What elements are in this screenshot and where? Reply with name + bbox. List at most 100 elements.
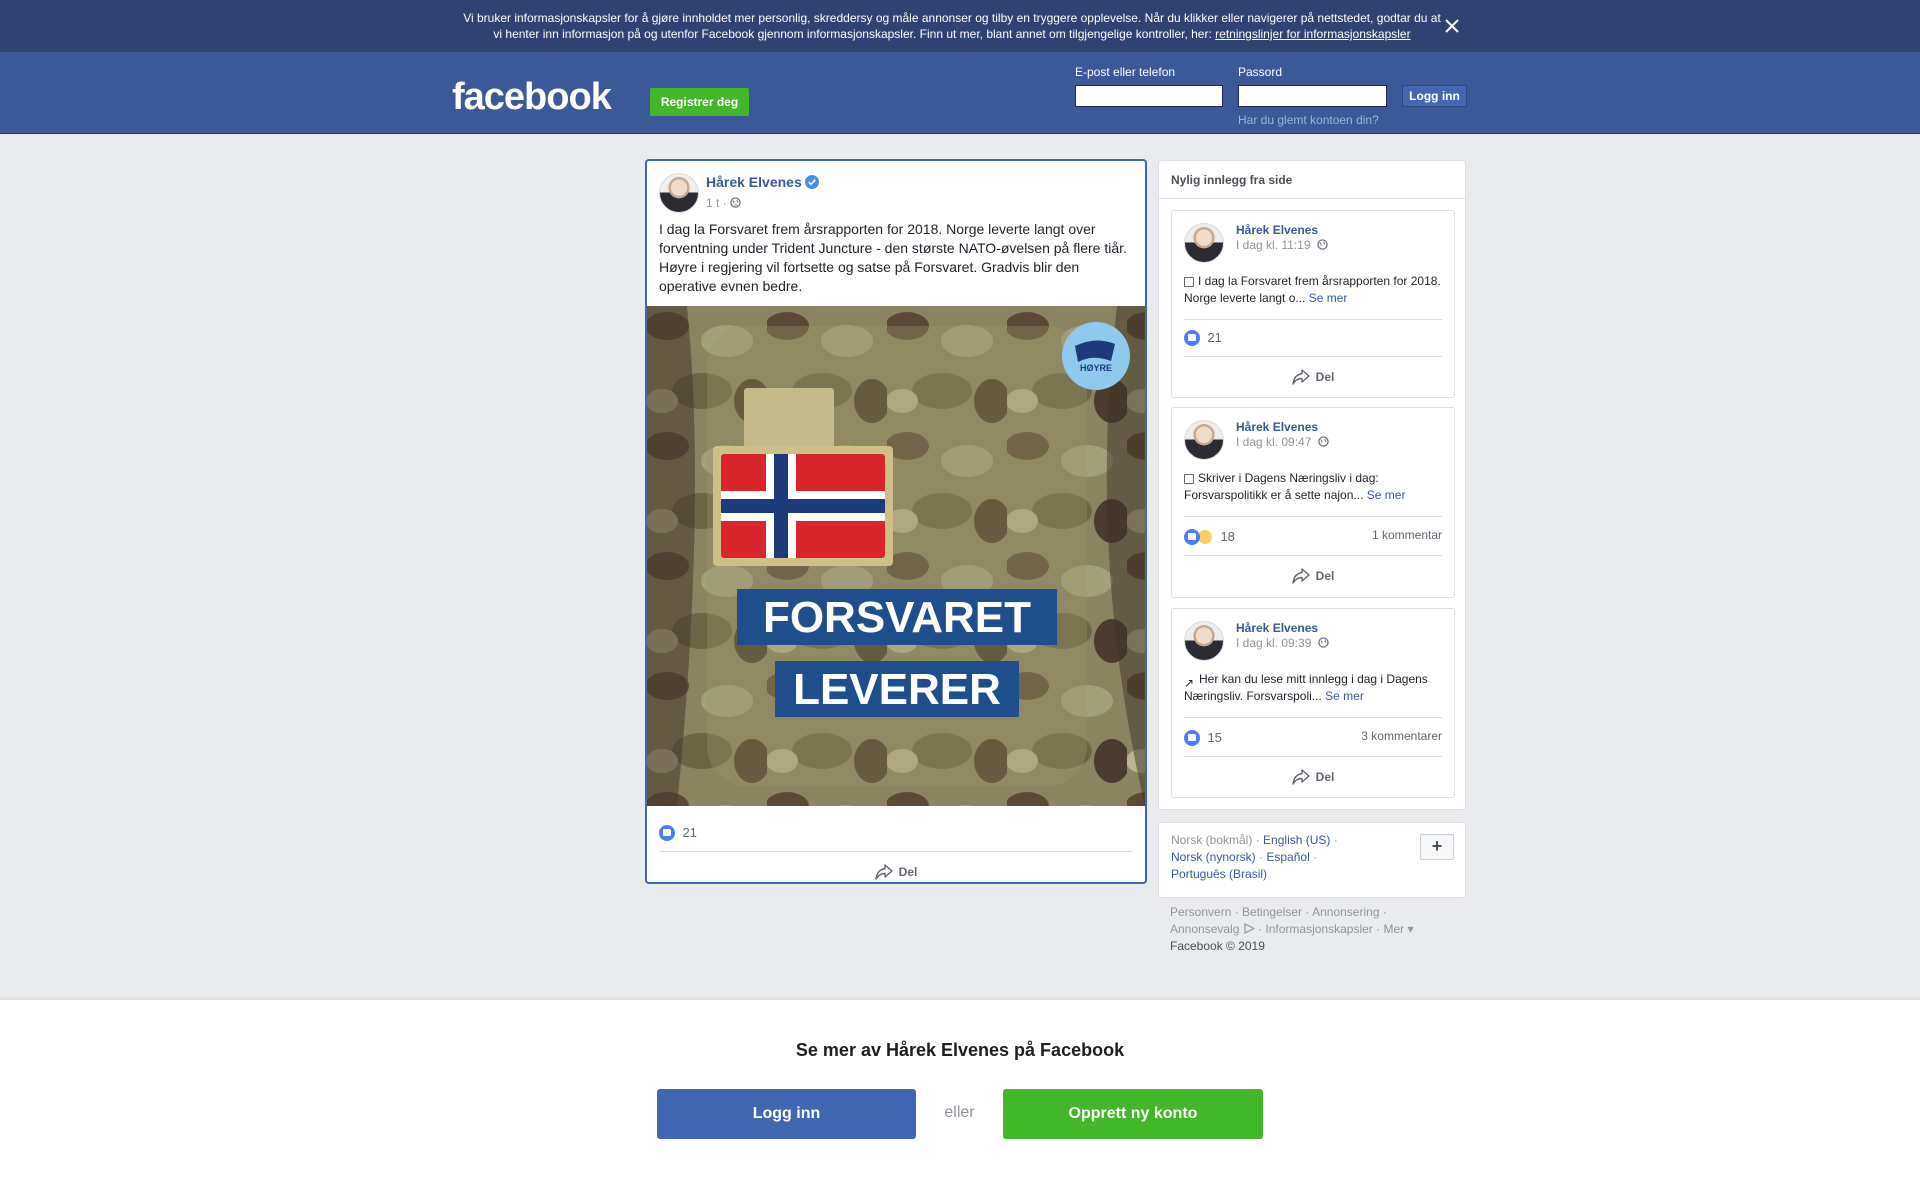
- login-prompt-title: Se mer av Hårek Elvenes på Facebook: [795, 1040, 1125, 1060]
- share-label: Del: [1315, 569, 1335, 583]
- author-avatar[interactable]: [1184, 621, 1224, 661]
- post-card: Hårek Elvenes 1 t · I dag la Forsvaret f…: [646, 160, 1146, 883]
- author-avatar[interactable]: [1184, 223, 1224, 263]
- post-reactions[interactable]: 21: [659, 816, 1133, 852]
- recent-post-like-count[interactable]: 18: [1220, 529, 1234, 544]
- recent-post-reactions[interactable]: 18 1 kommentar: [1184, 516, 1442, 556]
- share-label: Del: [898, 865, 918, 879]
- post-time[interactable]: 1 t: [706, 196, 719, 210]
- like-icon: [1184, 729, 1200, 746]
- photo-icon: [1184, 276, 1194, 287]
- forgot-account-link[interactable]: Har du glemt kontoen din?: [1238, 113, 1379, 127]
- image-headline-1: FORSVARET: [763, 593, 1031, 642]
- share-label: Del: [1315, 770, 1335, 784]
- cookie-text-line1: Vi bruker informasjonskapsler for å gjør…: [463, 11, 1441, 25]
- share-icon: [1291, 369, 1310, 385]
- recent-post-card[interactable]: Hårek Elvenes I dag kl. 09:47 Skriver i …: [1171, 407, 1455, 598]
- email-field[interactable]: [1075, 85, 1223, 107]
- login-button-large[interactable]: Logg inn: [657, 1089, 916, 1139]
- author-avatar[interactable]: [1184, 420, 1224, 460]
- recent-post-text: ↗ Her kan du lese mitt innlegg i dag i Da…: [1184, 671, 1446, 705]
- divider: [1159, 198, 1465, 199]
- recent-post-like-count[interactable]: 21: [1207, 330, 1221, 345]
- see-more-link[interactable]: Se mer: [1309, 291, 1348, 305]
- recent-post-card[interactable]: Hårek Elvenes I dag kl. 09:39 ↗ Her kan d…: [1171, 608, 1455, 798]
- recent-post-time: I dag kl. 09:47: [1236, 435, 1329, 449]
- share-button[interactable]: Del: [1184, 758, 1442, 796]
- share-icon: [874, 864, 893, 880]
- velcro-tab: [744, 388, 834, 448]
- share-button[interactable]: Del: [659, 853, 1133, 891]
- see-more-link[interactable]: Se mer: [1325, 689, 1364, 703]
- recent-posts-panel: Nylig innlegg fra side Hårek Elvenes I d…: [1158, 160, 1466, 810]
- verified-icon: [805, 175, 819, 189]
- language-link[interactable]: Norsk (nynorsk): [1171, 850, 1256, 864]
- image-headline-2: LEVERER: [793, 665, 1001, 714]
- like-icon: [1184, 528, 1200, 545]
- recent-post-reactions[interactable]: 15 3 kommentarer: [1184, 717, 1442, 757]
- author-avatar[interactable]: [659, 173, 699, 213]
- more-languages-button[interactable]: +: [1420, 834, 1454, 860]
- close-icon[interactable]: [1440, 14, 1464, 38]
- recent-post-time-text[interactable]: I dag kl. 09:39: [1236, 636, 1311, 650]
- facebook-logo[interactable]: facebook: [452, 77, 624, 117]
- post-meta: 1 t ·: [706, 196, 741, 210]
- hoyre-badge: HØYRE: [1062, 322, 1130, 390]
- like-icon: [659, 824, 675, 841]
- post-text: I dag la Forsvaret frem årsrapporten for…: [659, 221, 1127, 294]
- language-link[interactable]: Português (Brasil): [1171, 867, 1267, 881]
- share-icon: [1291, 769, 1310, 785]
- adchoices-icon: [1244, 923, 1256, 934]
- password-label: Passord: [1238, 65, 1283, 79]
- recent-post-like-count[interactable]: 15: [1207, 730, 1221, 745]
- recent-post-excerpt: Her kan du lese mitt innlegg i dag i Dag…: [1184, 672, 1428, 703]
- footer-link[interactable]: Informasjonskapsler: [1265, 922, 1372, 936]
- footer-link[interactable]: Mer: [1383, 922, 1404, 936]
- norwegian-flag: [721, 454, 885, 558]
- globe-icon: [1317, 239, 1328, 250]
- footer-link[interactable]: Annonsering: [1312, 905, 1379, 919]
- language-link[interactable]: English (US): [1263, 833, 1330, 847]
- recent-post-comment-count[interactable]: 3 kommentarer: [1361, 729, 1442, 743]
- globe-icon: [1318, 637, 1329, 648]
- logo-text: facebook: [452, 77, 613, 117]
- register-button[interactable]: Registrer deg: [650, 88, 749, 116]
- top-header: facebook Registrer deg E-post eller tele…: [0, 52, 1920, 134]
- email-label: E-post eller telefon: [1075, 65, 1176, 79]
- recent-post-time-text[interactable]: I dag kl. 09:47: [1236, 435, 1311, 449]
- recent-post-time: I dag kl. 09:39: [1236, 636, 1329, 650]
- recent-post-text: I dag la Forsvaret frem årsrapporten for…: [1184, 273, 1446, 307]
- post-author[interactable]: Hårek Elvenes: [706, 174, 802, 190]
- cookie-policy-link[interactable]: retningslinjer for informasjonskapsler: [1215, 27, 1410, 41]
- recent-posts-heading: Nylig innlegg fra side: [1171, 173, 1293, 187]
- footer-link[interactable]: Annonsevalg: [1170, 922, 1239, 936]
- recent-post-time-text[interactable]: I dag kl. 11:19: [1236, 238, 1311, 252]
- dropdown-caret-icon: ▾: [1407, 922, 1414, 936]
- recent-post-comment-count[interactable]: 1 kommentar: [1372, 528, 1442, 542]
- create-account-button[interactable]: Opprett ny konto: [1003, 1089, 1263, 1139]
- share-button[interactable]: Del: [1184, 358, 1442, 396]
- see-more-link[interactable]: Se mer: [1367, 488, 1406, 502]
- post-image[interactable]: FORSVARET LEVERER HØYRE: [647, 306, 1145, 806]
- footer-link[interactable]: Betingelser: [1242, 905, 1302, 919]
- footer-link[interactable]: Personvern: [1170, 905, 1231, 919]
- or-separator: eller: [944, 1104, 975, 1121]
- cookie-text: Vi bruker informasjonskapsler for å gjør…: [452, 10, 1452, 42]
- recent-post-reactions[interactable]: 21: [1184, 319, 1442, 357]
- password-field[interactable]: [1238, 85, 1387, 107]
- recent-post-excerpt: Skriver i Dagens Næringsliv i dag: Forsv…: [1184, 471, 1379, 502]
- cookie-banner: Vi bruker informasjonskapsler for å gjør…: [0, 0, 1920, 52]
- recent-post-author[interactable]: Hårek Elvenes: [1236, 621, 1318, 635]
- language-selector: Norsk (bokmål) · English (US) · Norsk (n…: [1158, 822, 1466, 898]
- cookie-text-line2: vi henter inn informasjon på og utenfor …: [493, 27, 1212, 41]
- current-language: Norsk (bokmål): [1171, 833, 1253, 847]
- share-button[interactable]: Del: [1184, 557, 1442, 595]
- recent-post-author[interactable]: Hårek Elvenes: [1236, 420, 1318, 434]
- recent-post-card[interactable]: Hårek Elvenes I dag kl. 11:19 I dag la F…: [1171, 210, 1455, 398]
- post-like-count[interactable]: 21: [682, 825, 696, 840]
- like-icon: [1184, 329, 1200, 346]
- login-button[interactable]: Logg inn: [1402, 85, 1467, 107]
- recent-post-author[interactable]: Hårek Elvenes: [1236, 223, 1318, 237]
- share-icon: [1291, 568, 1310, 584]
- language-link[interactable]: Español: [1266, 850, 1309, 864]
